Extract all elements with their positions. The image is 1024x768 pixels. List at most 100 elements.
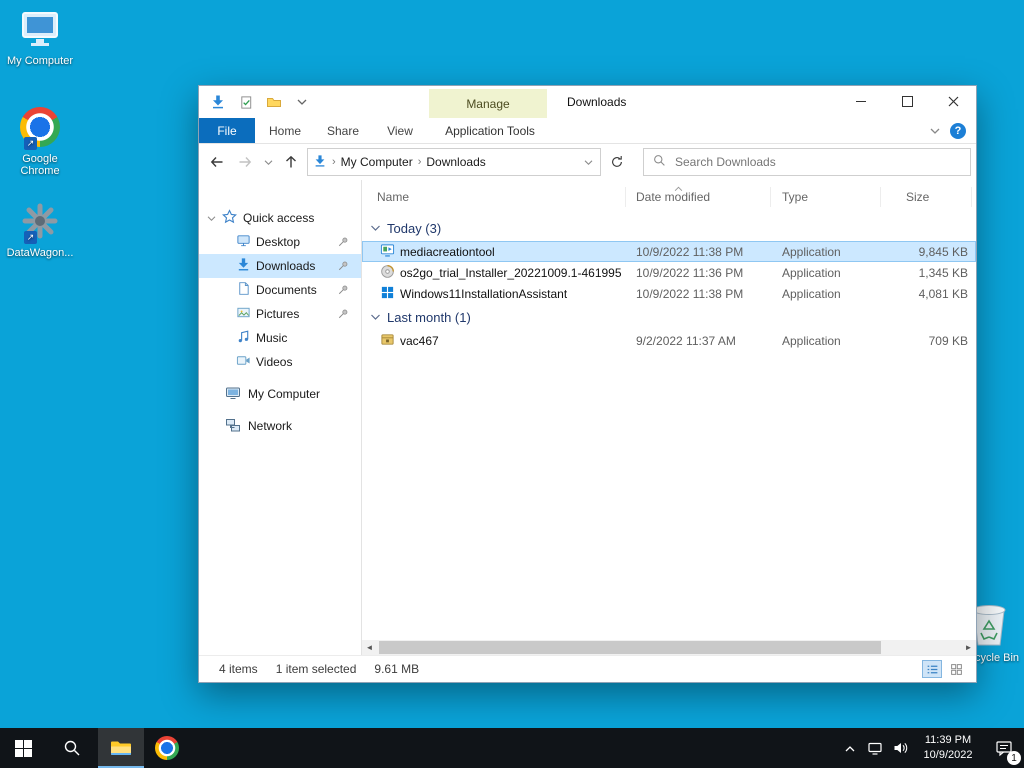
qat-customize-chevron-icon[interactable] [293, 93, 311, 111]
sidebar-item-documents[interactable]: Documents [199, 278, 361, 302]
desktop-icon-label: My Computer [6, 55, 74, 67]
search-box[interactable] [643, 148, 971, 176]
chevron-up-icon [845, 745, 854, 751]
horizontal-scrollbar[interactable]: ◄ ► [362, 640, 976, 655]
explorer-window: Manage Downloads File Home Share View Ap… [198, 85, 977, 683]
start-button[interactable] [0, 728, 46, 768]
desktop-icon-google-chrome[interactable]: ↗ Google Chrome [2, 106, 78, 177]
group-chevron-icon [371, 225, 380, 231]
title-bar[interactable]: Manage Downloads [199, 86, 976, 118]
crumb-downloads[interactable]: Downloads [426, 155, 485, 169]
desktop-icon-datawagon[interactable]: ↗ DataWagon... [2, 200, 78, 259]
status-selected: 1 item selected [275, 662, 357, 676]
file-row-vac467[interactable]: vac467 9/2/2022 11:37 AM Application 709… [362, 330, 976, 351]
scroll-right-arrow[interactable]: ► [961, 640, 976, 655]
column-header-size[interactable]: Size [881, 186, 972, 207]
ribbon-collapse-chevron-icon[interactable] [930, 124, 940, 138]
sidebar-item-music[interactable]: Music [199, 326, 361, 350]
app-icon-mediacreationtool [380, 243, 395, 261]
column-header-type[interactable]: Type [771, 186, 881, 207]
pin-icon [337, 236, 349, 248]
maximize-button[interactable] [884, 86, 930, 117]
sidebar-item-pictures[interactable]: Pictures [199, 302, 361, 326]
file-row-mediacreationtool[interactable]: mediacreationtool 10/9/2022 11:38 PM App… [362, 241, 976, 262]
group-header-last-month[interactable]: Last month (1) [362, 304, 976, 330]
column-header-name[interactable]: Name [362, 186, 626, 207]
minimize-icon [856, 101, 866, 102]
expander-chevron-icon[interactable] [207, 211, 216, 225]
group-header-today[interactable]: Today (3) [362, 215, 976, 241]
sidebar-item-downloads[interactable]: Downloads [199, 254, 361, 278]
shortcut-arrow-icon: ↗ [24, 137, 37, 150]
app-icon-windows11-assistant [380, 285, 395, 303]
address-dropdown-chevron-icon[interactable] [584, 159, 595, 166]
sort-chevron-icon [674, 181, 683, 195]
network-icon [225, 417, 241, 436]
tab-view[interactable]: View [371, 118, 429, 143]
taskbar-chrome-button[interactable] [144, 728, 190, 768]
close-button[interactable] [930, 86, 976, 117]
sidebar-item-quick-access[interactable]: Quick access [199, 206, 361, 230]
status-size: 9.61 MB [374, 662, 420, 676]
minimize-button[interactable] [838, 86, 884, 117]
window-title: Downloads [567, 95, 627, 109]
ribbon-tabs: File Home Share View Application Tools ? [199, 118, 976, 144]
column-header-date-modified[interactable]: Date modified [626, 186, 771, 207]
sidebar-item-network[interactable]: Network [199, 414, 361, 438]
search-icon [64, 740, 80, 756]
documents-icon [236, 281, 251, 299]
app-icon-os2go [380, 264, 395, 282]
sidebar-item-desktop[interactable]: Desktop [199, 230, 361, 254]
up-button[interactable] [279, 150, 303, 174]
desktop-folder-icon [236, 233, 251, 251]
search-input[interactable] [673, 154, 961, 170]
music-icon [236, 329, 251, 347]
chrome-icon: ↗ [18, 106, 62, 150]
tab-share[interactable]: Share [315, 118, 371, 143]
details-view-button[interactable] [922, 660, 942, 678]
navigation-pane: Quick access Desktop Downloads Documents… [199, 180, 362, 655]
app-icon-vac467 [380, 332, 395, 350]
scrollbar-track[interactable] [377, 640, 961, 655]
qat-properties-icon[interactable] [237, 93, 255, 111]
action-center-button[interactable]: 1 [984, 728, 1024, 768]
sidebar-item-my-computer[interactable]: My Computer [199, 382, 361, 406]
taskbar-file-explorer-button[interactable] [98, 728, 144, 768]
tab-application-tools[interactable]: Application Tools [431, 118, 549, 143]
large-icons-view-button[interactable] [946, 660, 966, 678]
help-button[interactable]: ? [950, 122, 966, 139]
hidden-icons-chevron[interactable] [837, 728, 862, 768]
forward-button[interactable] [233, 150, 257, 174]
maximize-icon [901, 96, 913, 107]
scroll-left-arrow[interactable]: ◄ [362, 640, 377, 655]
contextual-tab-manage[interactable]: Manage [429, 89, 547, 118]
desktop-icon-my-computer[interactable]: My Computer [2, 8, 78, 67]
sidebar-item-videos[interactable]: Videos [199, 350, 361, 374]
scrollbar-thumb[interactable] [379, 641, 882, 654]
recent-locations-chevron-icon[interactable] [261, 150, 275, 174]
file-row-os2go[interactable]: os2go_trial_Installer_20221009.1-461995 … [362, 262, 976, 283]
network-tray-icon[interactable] [862, 728, 887, 768]
file-list: Today (3) mediacreationtool 10/9/2022 11… [362, 213, 976, 640]
quick-access-star-icon [222, 209, 237, 227]
crumb-separator: › [417, 156, 422, 168]
taskbar: 11:39 PM 10/9/2022 1 [0, 728, 1024, 768]
tab-home[interactable]: Home [255, 118, 315, 143]
file-row-windows11-installation-assistant[interactable]: Windows11InstallationAssistant 10/9/2022… [362, 283, 976, 304]
qat-new-folder-icon[interactable] [265, 93, 283, 111]
volume-tray-icon[interactable] [887, 728, 912, 768]
tab-file[interactable]: File [199, 118, 255, 143]
pin-icon [337, 308, 349, 320]
refresh-button[interactable] [605, 150, 629, 174]
taskbar-clock[interactable]: 11:39 PM 10/9/2022 [912, 728, 984, 768]
crumb-my-computer[interactable]: My Computer [341, 155, 413, 169]
clock-time: 11:39 PM [924, 734, 972, 747]
status-item-count: 4 items [219, 662, 258, 676]
taskbar-search-button[interactable] [46, 728, 98, 768]
chrome-icon [155, 736, 179, 760]
back-button[interactable] [205, 150, 229, 174]
downloads-icon [236, 257, 251, 275]
videos-icon [236, 353, 251, 371]
breadcrumb[interactable]: › My Computer › Downloads [307, 148, 601, 176]
window-downloads-icon [209, 93, 227, 111]
